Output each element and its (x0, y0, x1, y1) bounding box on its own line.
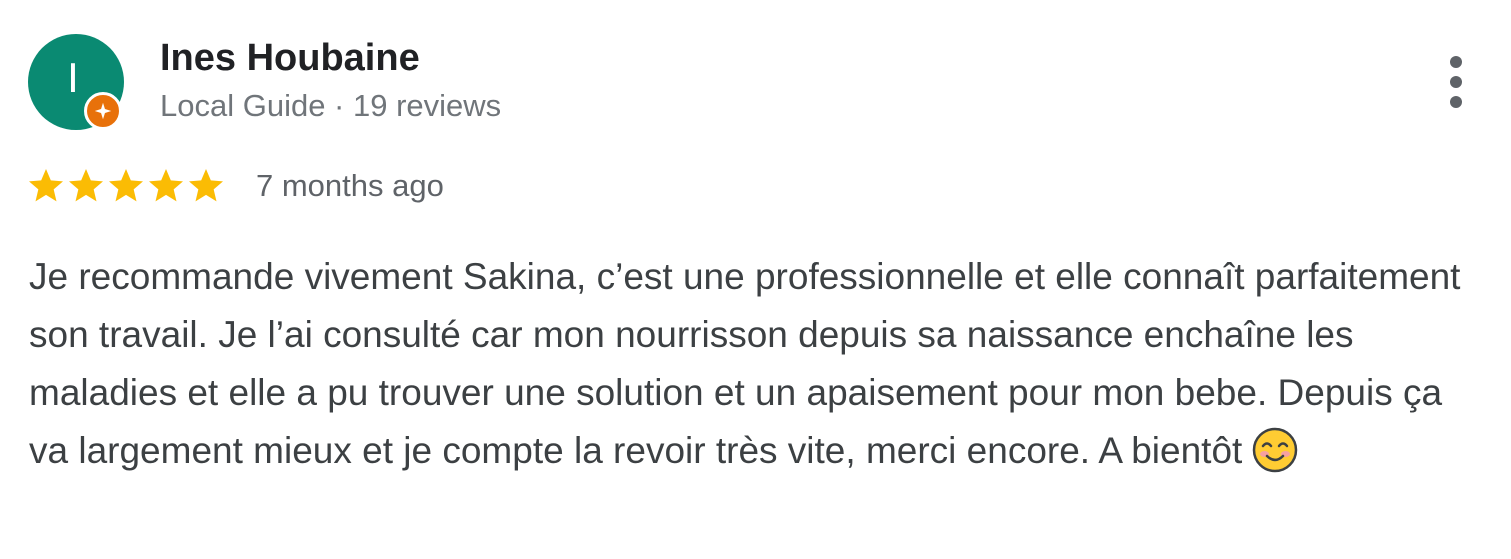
more-vert-icon-dot (1450, 76, 1462, 88)
star-icon (189, 169, 223, 202)
star-icon (149, 169, 183, 202)
review-time: 7 months ago (256, 168, 444, 203)
reviewer-name[interactable]: Ines Houbaine (160, 36, 420, 80)
review-body: Je recommande vivement Sakina, c’est une… (29, 256, 1461, 471)
more-vert-icon-dot (1450, 56, 1462, 68)
star-icon (109, 169, 143, 202)
star-icon (29, 169, 63, 202)
more-options-button[interactable] (1436, 52, 1476, 112)
star-rating (26, 165, 226, 207)
review-text: Je recommande vivement Sakina, c’est une… (29, 248, 1469, 480)
review-card: I Ines Houbaine Local Guide · 19 reviews… (0, 0, 1511, 559)
smiling-face-emoji-icon (1252, 427, 1298, 473)
star-icon (69, 169, 103, 202)
local-guide-badge-icon (84, 92, 122, 130)
more-vert-icon-dot (1450, 96, 1462, 108)
reviewer-meta: Local Guide · 19 reviews (160, 88, 502, 123)
